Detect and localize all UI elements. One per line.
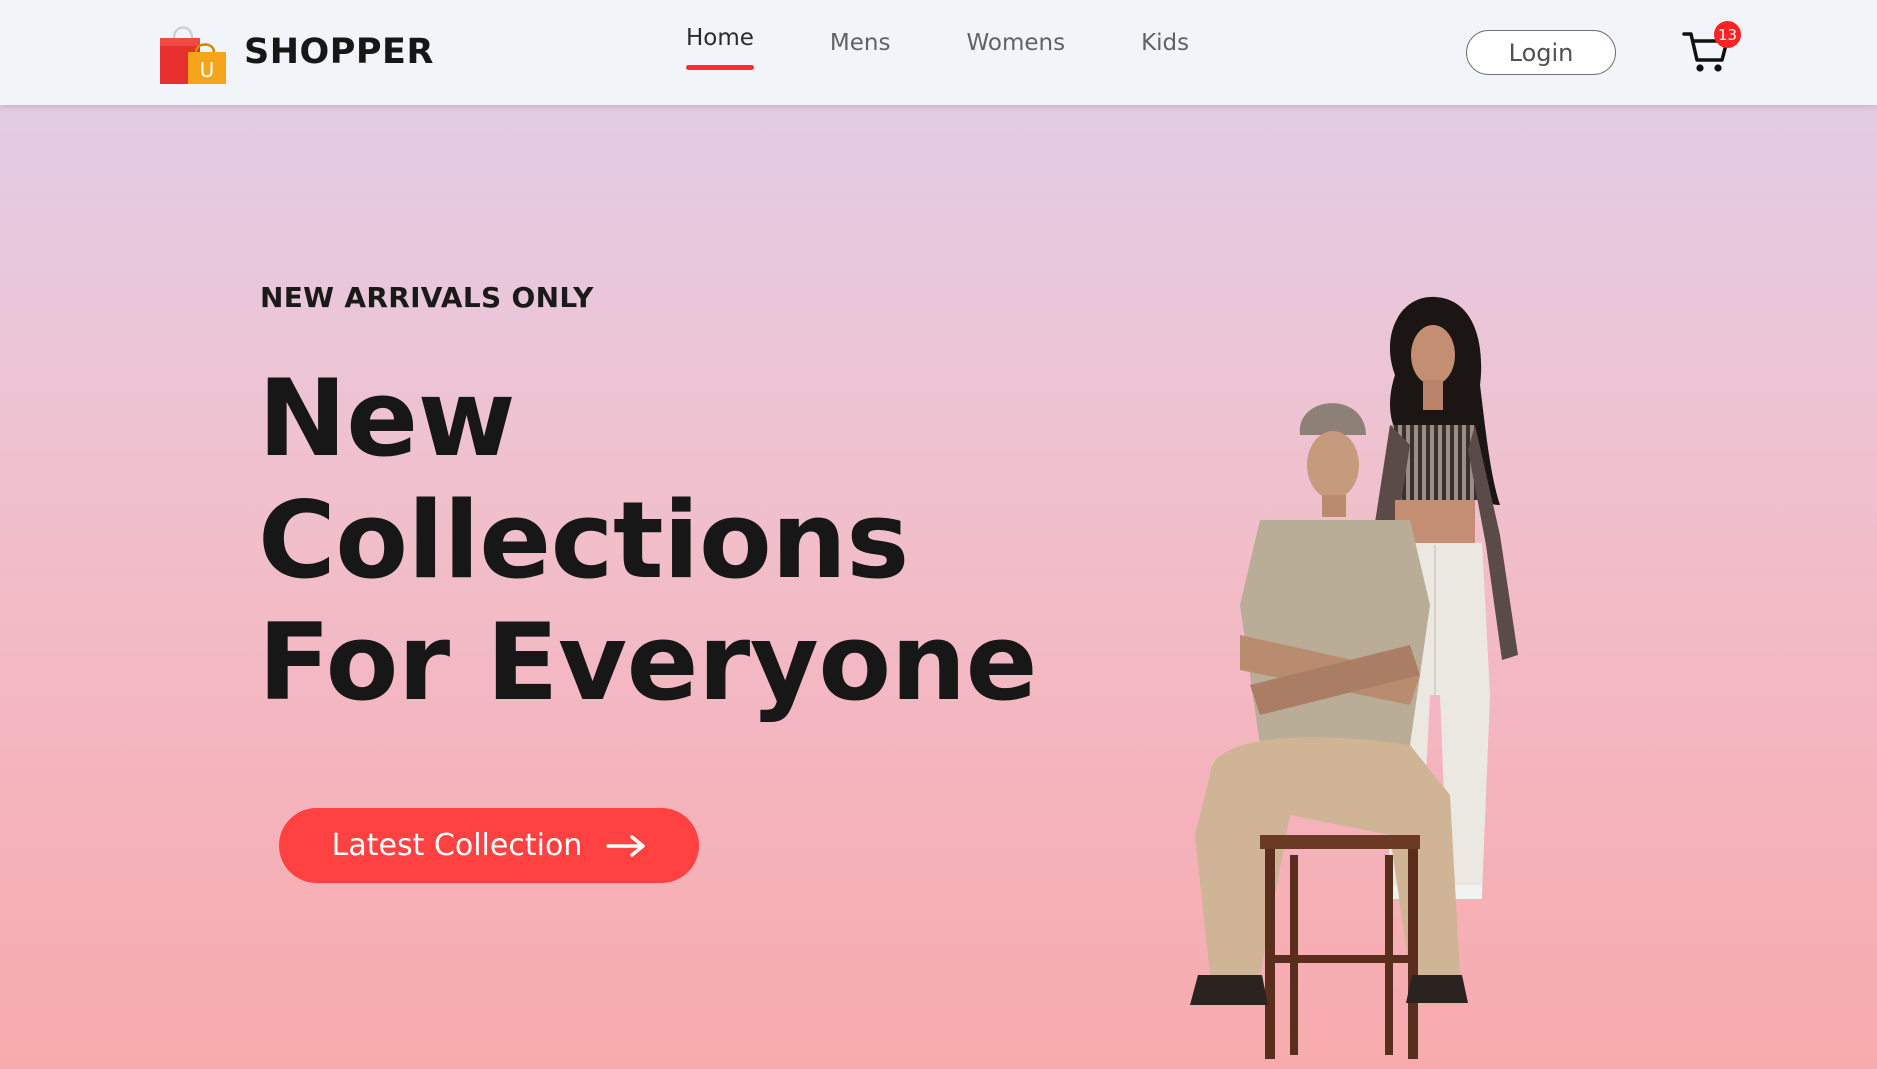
logo-letter: U xyxy=(200,58,215,82)
nav-label-womens: Womens xyxy=(966,30,1066,56)
nav-label-kids: Kids xyxy=(1141,30,1190,56)
hero-title-line-3: For Everyone xyxy=(258,601,1038,724)
login-button[interactable]: Login xyxy=(1466,30,1616,75)
brand-logo[interactable]: U SHOPPER xyxy=(158,18,434,86)
brand-name: SHOPPER xyxy=(244,31,434,72)
navbar: U SHOPPER Home Mens Womens Kids Login 13 xyxy=(0,0,1877,105)
nav-item-mens[interactable]: Mens xyxy=(830,30,891,58)
latest-collection-label: Latest Collection xyxy=(331,828,583,863)
nav-item-home[interactable]: Home xyxy=(686,25,754,70)
main-nav: Home Mens Womens Kids xyxy=(686,25,1189,70)
hero-title: New Collections For Everyone xyxy=(258,357,1038,724)
hero-title-line-1: New xyxy=(258,357,516,480)
active-nav-underline xyxy=(686,65,754,70)
hero-kicker: NEW ARRIVALS ONLY xyxy=(260,281,594,314)
nav-label-mens: Mens xyxy=(829,30,891,56)
hero-models-illustration xyxy=(1190,296,1518,1059)
shopping-bags-icon: U xyxy=(158,18,228,86)
nav-item-kids[interactable]: Kids xyxy=(1141,30,1189,58)
latest-collection-button[interactable]: Latest Collection xyxy=(279,808,699,883)
hero-section: NEW ARRIVALS ONLY New Collections For Ev… xyxy=(0,105,1877,1069)
nav-item-womens[interactable]: Womens xyxy=(966,30,1065,58)
nav-label-home: Home xyxy=(686,25,754,51)
hero-title-line-2: Collections xyxy=(258,479,909,602)
cart-count-badge: 13 xyxy=(1714,21,1741,48)
arrow-right-icon xyxy=(606,834,646,857)
